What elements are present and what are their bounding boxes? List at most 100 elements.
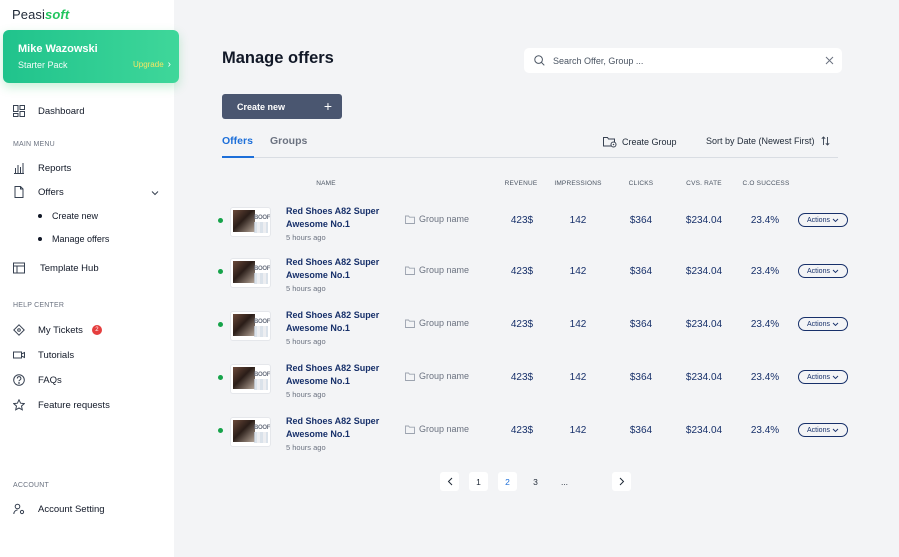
- folder-icon: [405, 319, 415, 328]
- offer-name[interactable]: Red Shoes A82 Super Awesome No.1: [286, 309, 396, 335]
- sidebar-item-dashboard[interactable]: Dashboard: [13, 104, 84, 118]
- sidebar-item-account-setting[interactable]: Account Setting: [13, 502, 105, 516]
- offer-co-success: 23.4%: [750, 372, 780, 383]
- offer-image: [233, 210, 255, 232]
- chevron-down-icon: [832, 218, 839, 222]
- table-row[interactable]: BOOF Red Shoes A82 Super Awesome No.1 5 ho…: [214, 415, 854, 463]
- offer-group[interactable]: Group name: [405, 318, 469, 328]
- pagination-page-1[interactable]: 1: [469, 472, 488, 491]
- question-icon: [13, 374, 25, 386]
- actions-dropdown-button[interactable]: Actions: [798, 423, 848, 437]
- tabs-divider: [222, 157, 838, 158]
- folder-icon: [405, 425, 415, 434]
- chevron-down-icon: [832, 322, 839, 326]
- create-group-button[interactable]: Create Group: [603, 135, 677, 148]
- offer-name[interactable]: Red Shoes A82 Super Awesome No.1: [286, 362, 396, 388]
- sort-icon: [821, 136, 830, 146]
- sidebar-item-template-hub[interactable]: Template Hub: [13, 261, 99, 275]
- offer-thumbnail[interactable]: BOOF: [231, 208, 270, 236]
- table-row[interactable]: BOOF Red Shoes A82 Super Awesome No.1 5 ho…: [214, 205, 854, 253]
- search-bar[interactable]: [524, 48, 842, 73]
- status-dot: [218, 375, 223, 380]
- offer-cvs-rate: $234.04: [685, 319, 723, 330]
- offer-group[interactable]: Group name: [405, 265, 469, 275]
- sidebar-subitem-create-new[interactable]: Create new: [38, 211, 98, 221]
- sidebar-item-offers[interactable]: Offers: [13, 185, 64, 199]
- bar-chart-icon: [13, 162, 25, 174]
- col-header-clicks: CLICKS: [628, 180, 654, 187]
- actions-dropdown-button[interactable]: Actions: [798, 317, 848, 331]
- pagination-prev-button[interactable]: [440, 472, 459, 491]
- ticket-icon: [13, 324, 25, 336]
- col-header-name: NAME: [316, 180, 336, 187]
- offer-timestamp: 5 hours ago: [286, 233, 326, 242]
- offer-cvs-rate: $234.04: [685, 425, 723, 436]
- sidebar-item-reports[interactable]: Reports: [13, 161, 71, 175]
- offer-thumbnail[interactable]: BOOF: [231, 365, 270, 393]
- search-input[interactable]: [553, 53, 813, 68]
- user-card[interactable]: Mike Wazowski Starter Pack Upgrade ›: [3, 30, 179, 83]
- offer-co-success: 23.4%: [750, 266, 780, 277]
- chevron-down-icon[interactable]: [150, 188, 160, 198]
- offer-group[interactable]: Group name: [405, 214, 469, 224]
- actions-dropdown-button[interactable]: Actions: [798, 370, 848, 384]
- tickets-count-badge: 2: [91, 325, 102, 335]
- offer-image: [233, 314, 255, 336]
- offer-impressions: 142: [569, 215, 587, 226]
- offer-cvs-rate: $234.04: [685, 372, 723, 383]
- star-icon: [12, 398, 26, 411]
- offer-impressions: 142: [569, 372, 587, 383]
- pagination-page-2[interactable]: 2: [498, 472, 517, 491]
- offer-image: [233, 261, 255, 283]
- sidebar-item-tutorials[interactable]: Tutorials: [13, 348, 74, 362]
- table-row[interactable]: BOOF Red Shoes A82 Super Awesome No.1 5 ho…: [214, 362, 854, 410]
- offer-name[interactable]: Red Shoes A82 Super Awesome No.1: [286, 415, 396, 441]
- offer-clicks: $364: [629, 372, 653, 383]
- table-row[interactable]: BOOF Red Shoes A82 Super Awesome No.1 5 ho…: [214, 309, 854, 357]
- table-row[interactable]: BOOF Red Shoes A82 Super Awesome No.1 5 ho…: [214, 256, 854, 304]
- upgrade-link[interactable]: Upgrade ›: [133, 59, 171, 70]
- sort-dropdown[interactable]: Sort by Date (Newest First): [706, 136, 830, 146]
- sidebar-item-feature-requests[interactable]: Feature requests: [12, 398, 110, 412]
- offer-co-success: 23.4%: [750, 319, 780, 330]
- section-help-center: HELP CENTER: [13, 302, 65, 309]
- actions-dropdown-button[interactable]: Actions: [798, 213, 848, 227]
- clear-icon[interactable]: [825, 56, 834, 65]
- chevron-right-icon: [619, 477, 624, 486]
- offer-name[interactable]: Red Shoes A82 Super Awesome No.1: [286, 256, 396, 282]
- offer-thumbnail[interactable]: BOOF: [231, 418, 270, 446]
- folder-icon: [405, 266, 415, 275]
- thumbnail-blur: [254, 222, 268, 233]
- offer-cvs-rate: $234.04: [685, 266, 723, 277]
- tab-groups[interactable]: Groups: [270, 135, 307, 147]
- offer-group[interactable]: Group name: [405, 424, 469, 434]
- tab-offers[interactable]: Offers: [222, 135, 253, 147]
- chevron-right-icon: ›: [167, 59, 171, 70]
- sidebar-item-faqs[interactable]: FAQs: [13, 373, 62, 387]
- pagination-next-button[interactable]: [612, 472, 631, 491]
- folder-icon: [405, 215, 415, 224]
- offer-timestamp: 5 hours ago: [286, 390, 326, 399]
- offer-revenue: 423$: [510, 319, 534, 330]
- offer-clicks: $364: [629, 215, 653, 226]
- sidebar-subitem-manage-offers[interactable]: Manage offers: [38, 234, 109, 244]
- offer-timestamp: 5 hours ago: [286, 284, 326, 293]
- bullet-dot: [38, 214, 42, 218]
- section-main-menu: MAIN MENU: [13, 141, 55, 148]
- offer-co-success: 23.4%: [750, 425, 780, 436]
- sidebar-item-my-tickets[interactable]: My Tickets 2: [13, 323, 102, 337]
- document-icon: [13, 186, 25, 198]
- offer-name[interactable]: Red Shoes A82 Super Awesome No.1: [286, 205, 396, 231]
- pagination-page-3[interactable]: 3: [526, 472, 545, 491]
- template-icon: [13, 262, 25, 274]
- page-title: Manage offers: [222, 49, 334, 67]
- brand-logo[interactable]: Peasisoft: [12, 7, 69, 22]
- create-new-button[interactable]: Create new +: [222, 94, 342, 119]
- col-header-co-success: C.O SUCCESS: [742, 180, 790, 187]
- thumbnail-blur: [254, 379, 268, 390]
- offer-thumbnail[interactable]: BOOF: [231, 259, 270, 287]
- actions-dropdown-button[interactable]: Actions: [798, 264, 848, 278]
- offer-thumbnail[interactable]: BOOF: [231, 312, 270, 340]
- offer-group[interactable]: Group name: [405, 371, 469, 381]
- chevron-down-icon: [832, 375, 839, 379]
